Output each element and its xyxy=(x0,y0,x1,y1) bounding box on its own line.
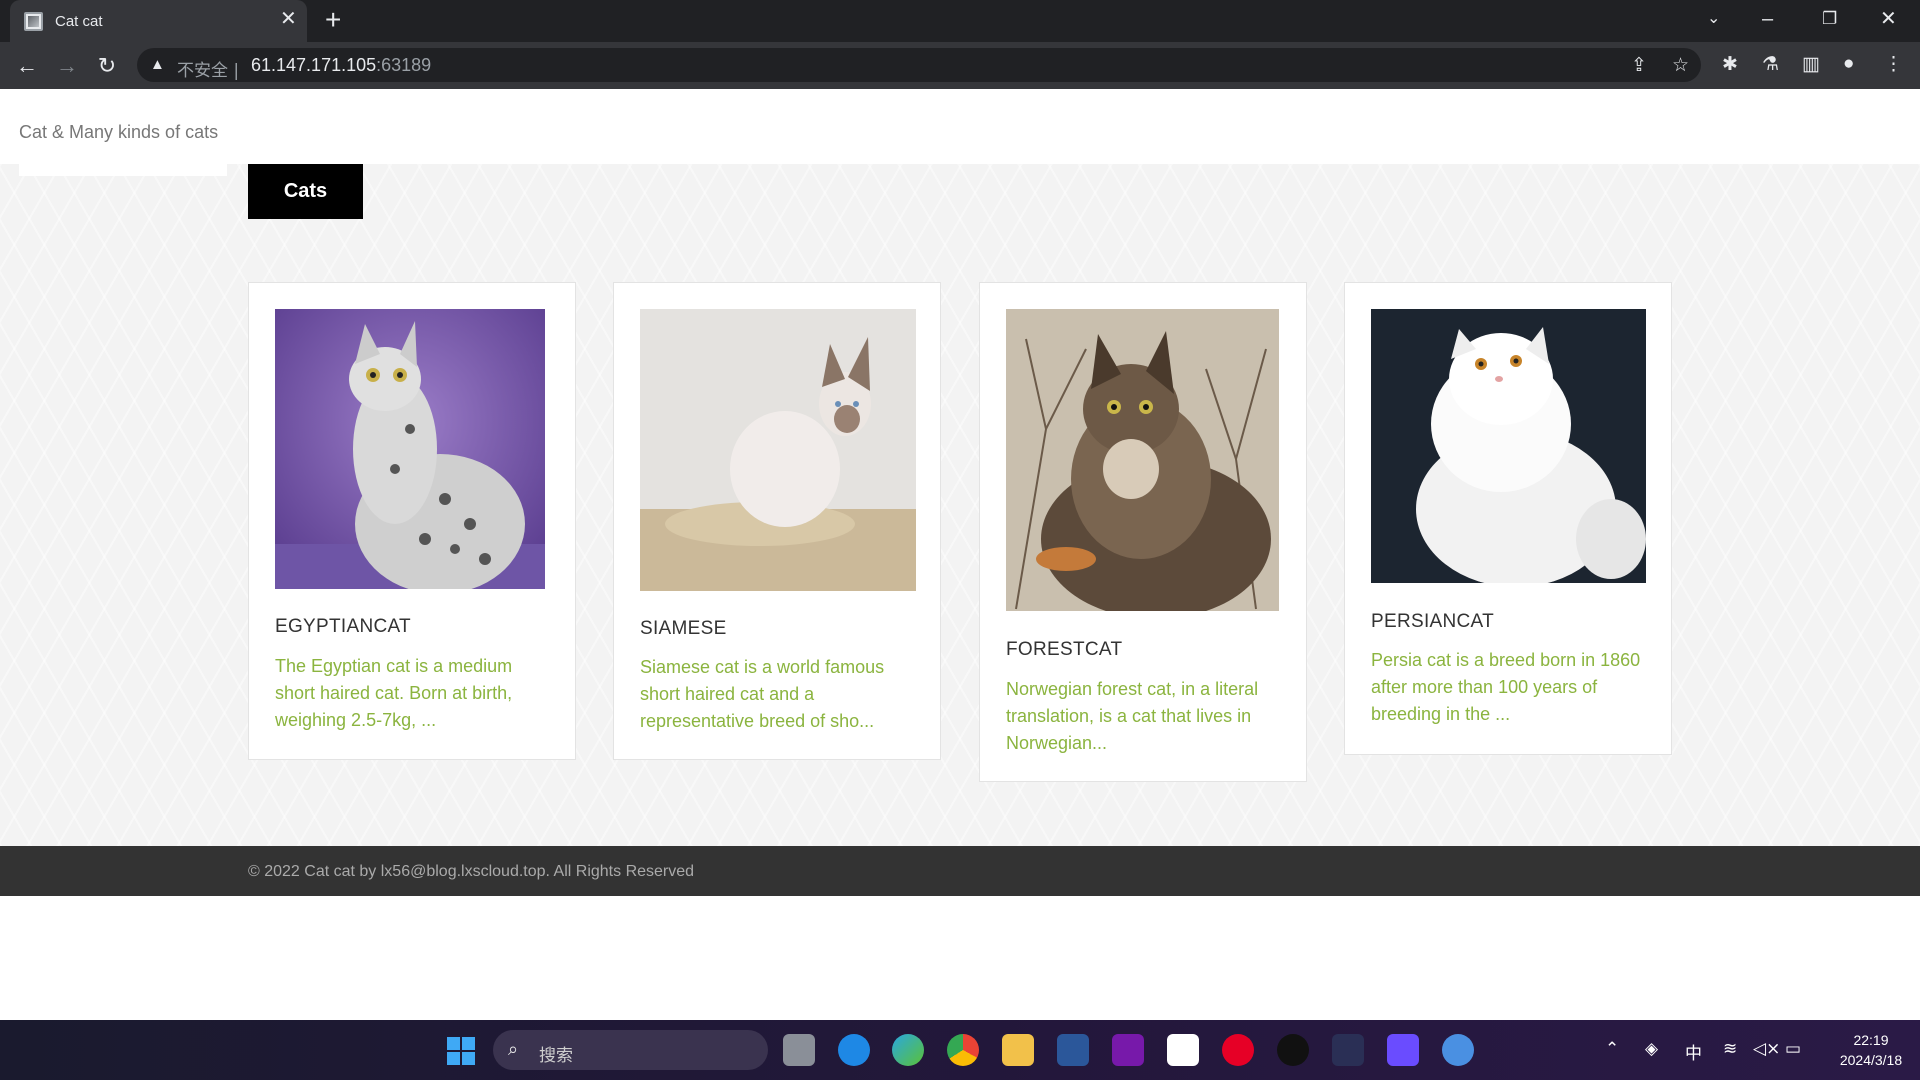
tab-title: Cat cat xyxy=(55,13,103,30)
chromium-icon[interactable] xyxy=(1442,1034,1474,1066)
tray-expand-icon[interactable]: ⌃ xyxy=(1605,1039,1619,1059)
taskbar-clock[interactable]: 22:19 2024/3/18 xyxy=(1826,1030,1916,1070)
app-bolt-icon[interactable] xyxy=(1387,1034,1419,1066)
card-description: Persia cat is a breed born in 1860 after… xyxy=(1371,650,1641,724)
labs-icon[interactable]: ⚗ xyxy=(1762,53,1779,76)
card-title[interactable]: SIAMESE xyxy=(640,618,727,640)
brand-underlay xyxy=(19,164,227,176)
forest-cat-image[interactable] xyxy=(1006,309,1279,611)
onenote-icon[interactable] xyxy=(1112,1034,1144,1066)
typora-icon[interactable] xyxy=(1167,1034,1199,1066)
card-description: Norwegian forest cat, in a literal trans… xyxy=(1006,679,1259,753)
cat-card[interactable]: FORESTCAT Norwegian forest cat, in a lit… xyxy=(979,282,1307,782)
card-title[interactable]: PERSIANCAT xyxy=(1371,611,1494,633)
site-brand[interactable]: Cat & Many kinds of cats xyxy=(19,122,218,143)
cat-card[interactable]: SIAMESE Siamese cat is a world famous sh… xyxy=(613,282,941,760)
egyptian-cat-image[interactable] xyxy=(275,309,545,589)
new-tab-button[interactable]: + xyxy=(325,6,341,34)
close-window-button[interactable]: ✕ xyxy=(1880,6,1897,32)
profile-icon[interactable]: ● xyxy=(1843,53,1854,75)
favicon-icon xyxy=(24,12,43,31)
ime-indicator[interactable]: 中 xyxy=(1685,1039,1702,1064)
card-description: The Egyptian cat is a medium short haire… xyxy=(275,656,513,730)
windows-start-icon[interactable] xyxy=(447,1037,475,1065)
search-placeholder: 搜索 xyxy=(539,1046,573,1066)
card-title[interactable]: FORESTCAT xyxy=(1006,639,1122,661)
minimize-button[interactable]: – xyxy=(1762,6,1773,32)
cats-nav-button[interactable]: Cats xyxy=(248,164,363,219)
card-description: Siamese cat is a world famous short hair… xyxy=(640,657,885,731)
windows-taskbar: ⌕ 搜索 ⌃ ◈ 中 ≋ ◁× ▭ 22:19 2024/3/18 xyxy=(0,1020,1920,1080)
bookmark-star-icon[interactable]: ☆ xyxy=(1672,54,1689,77)
web-page: Cat & Many kinds of cats Cats EGYPTIANCA… xyxy=(0,89,1920,1020)
extensions-icon[interactable]: ✱ xyxy=(1722,53,1738,76)
qq-icon[interactable] xyxy=(1277,1034,1309,1066)
clock-time: 22:19 xyxy=(1853,1032,1889,1048)
chrome-icon[interactable] xyxy=(947,1034,979,1066)
wifi-icon[interactable]: ≋ xyxy=(1723,1039,1737,1059)
siamese-cat-image[interactable] xyxy=(640,309,916,591)
cat-card[interactable]: EGYPTIANCAT The Egyptian cat is a medium… xyxy=(248,282,576,760)
back-button[interactable]: ← xyxy=(11,50,43,82)
browser-toolbar: ← → ↻ ▲ 不安全 | 61.147.171.105:63189 ⇪ ☆ ✱… xyxy=(0,42,1920,89)
task-view-icon[interactable] xyxy=(783,1034,815,1066)
edge-browser-icon[interactable] xyxy=(892,1034,924,1066)
site-header: Cat & Many kinds of cats xyxy=(0,89,1920,164)
forward-button[interactable]: → xyxy=(51,50,83,82)
url-host: 61.147.171.105 xyxy=(251,55,377,75)
word-icon[interactable] xyxy=(1057,1034,1089,1066)
tray-app-icon[interactable]: ◈ xyxy=(1645,1039,1658,1059)
volume-muted-icon[interactable]: ◁× xyxy=(1753,1039,1780,1059)
site-footer: © 2022 Cat cat by lx56@blog.lxscloud.top… xyxy=(0,846,1920,896)
battery-icon[interactable]: ▭ xyxy=(1785,1039,1801,1059)
side-panel-icon[interactable]: ▥ xyxy=(1802,53,1820,76)
search-icon: ⌕ xyxy=(508,1039,519,1059)
cat-card[interactable]: PERSIANCAT Persia cat is a breed born in… xyxy=(1344,282,1672,755)
warning-icon[interactable]: ▲ xyxy=(150,56,165,73)
insecure-label: 不安全 | xyxy=(177,61,240,81)
app-cat-icon[interactable] xyxy=(1332,1034,1364,1066)
close-tab-icon[interactable]: ✕ xyxy=(280,9,297,29)
browser-tab[interactable]: Cat cat ✕ xyxy=(10,0,307,42)
persian-cat-image[interactable] xyxy=(1371,309,1646,583)
card-title[interactable]: EGYPTIANCAT xyxy=(275,616,411,638)
footer-copyright: © 2022 Cat cat by lx56@blog.lxscloud.top… xyxy=(248,863,695,880)
menu-icon[interactable]: ⋮ xyxy=(1884,53,1903,76)
reload-button[interactable]: ↻ xyxy=(91,50,123,82)
ie-browser-icon[interactable] xyxy=(838,1034,870,1066)
url-text[interactable]: 61.147.171.105:63189 xyxy=(251,55,431,76)
address-bar[interactable]: ▲ 不安全 | 61.147.171.105:63189 ⇪ ☆ xyxy=(137,48,1701,82)
netease-music-icon[interactable] xyxy=(1222,1034,1254,1066)
tab-search-icon[interactable]: ⌄ xyxy=(1707,6,1720,32)
restore-button[interactable]: ❐ xyxy=(1822,6,1837,32)
url-port: :63189 xyxy=(376,55,432,75)
taskbar-search[interactable]: ⌕ 搜索 xyxy=(493,1030,768,1070)
share-icon[interactable]: ⇪ xyxy=(1631,54,1647,77)
file-explorer-icon[interactable] xyxy=(1002,1034,1034,1066)
clock-date: 2024/3/18 xyxy=(1839,1052,1903,1068)
browser-tabstrip: Cat cat ✕ + ⌄ – ❐ ✕ xyxy=(0,0,1920,42)
